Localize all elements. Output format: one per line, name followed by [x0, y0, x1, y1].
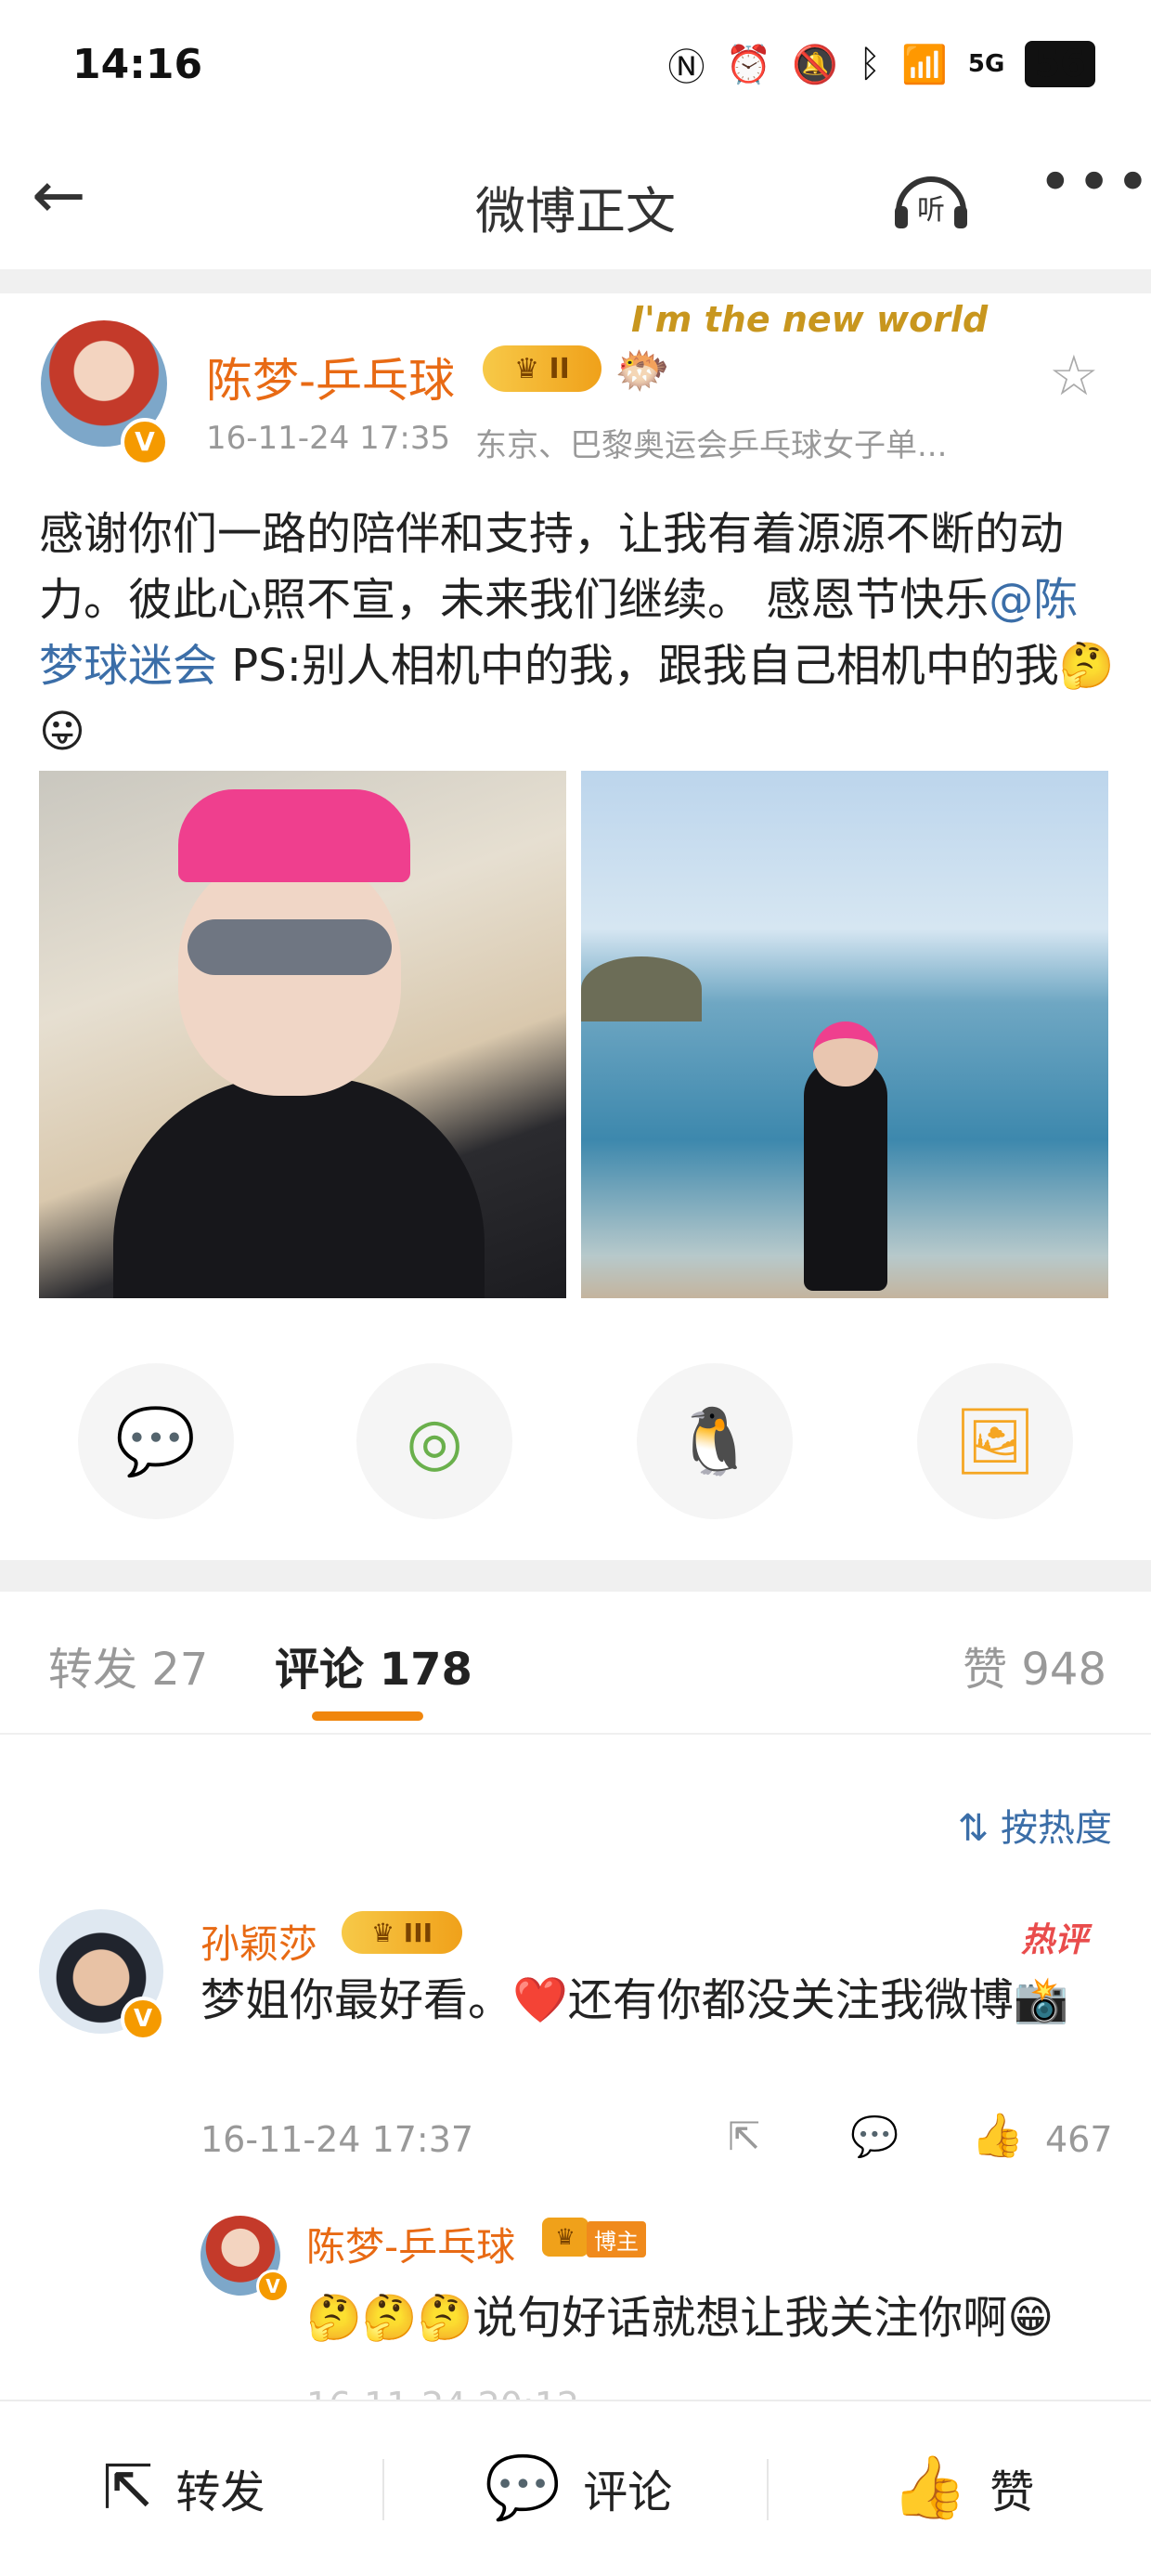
qq-icon[interactable]: 🐧 [637, 1363, 793, 1519]
author-tag: 博主 [587, 2221, 646, 2257]
page-title: 微博正文 [475, 182, 676, 241]
verified-badge-icon: V [256, 2270, 290, 2303]
repost-button[interactable]: ⇱ 转发 [102, 2452, 265, 2523]
moments-icon[interactable]: ◎ [356, 1363, 512, 1519]
more-dots-icon[interactable]: ••• [1038, 149, 1151, 217]
post-text: 感谢你们一路的陪伴和支持，让我有着源源不断的动力。彼此心照不宣，未来我们继续。 … [39, 501, 1116, 765]
battery-indicator: 56 [1025, 41, 1095, 87]
comment-icon: 💬 [485, 2452, 562, 2523]
alarm-icon: ⏰ [725, 43, 772, 86]
save-image-icon[interactable]: 🖼 [917, 1363, 1073, 1519]
crown-icon: ♛ [370, 1917, 404, 1948]
comment-like-count: 467 [1045, 2119, 1113, 2160]
bottom-bar-divider [767, 2459, 769, 2520]
status-time: 14:16 [72, 41, 203, 88]
selfie-with-pink-cap-photo[interactable] [39, 771, 566, 1298]
photo-face [178, 854, 401, 1096]
divider-band [0, 269, 1151, 293]
verified-badge-icon: V [121, 1997, 165, 2041]
divider-band [0, 1560, 1151, 1592]
comment-button[interactable]: 💬 评论 [485, 2452, 672, 2524]
like-icon: 👍 [891, 2452, 968, 2523]
like-label: 赞 [989, 2466, 1035, 2518]
bluetooth-icon: ᛒ [859, 43, 882, 85]
mute-icon: 🔕 [792, 43, 839, 86]
tab-comment[interactable]: 评论 178 [275, 1633, 472, 1698]
photo-sunglasses [188, 919, 392, 975]
commenter-name[interactable]: 孙颖莎 [200, 1913, 317, 1970]
sort-icon: ⇅ [957, 1807, 1001, 1850]
post-author-name[interactable]: 陈梦-乒乓球 [206, 344, 455, 410]
wechat-icon[interactable]: 💬 [78, 1363, 234, 1519]
listen-label: 听 [917, 194, 945, 227]
vip-level: II [549, 352, 570, 385]
crown-icon: ♛ [542, 2218, 588, 2257]
tab-like[interactable]: 赞 948 [963, 1633, 1106, 1698]
signal-5g-icon: 5G [967, 50, 1005, 78]
reply-author-name[interactable]: 陈梦-乒乓球 [306, 2216, 515, 2272]
headphones-listen-icon[interactable]: 听 [891, 165, 971, 230]
slogan-decoration: I'm the new world [631, 299, 989, 340]
fish-icon: 🐡 [614, 345, 670, 397]
status-icons: Ⓝ ⏰ 🔕 ᛒ 📶 5G 56 [667, 37, 1095, 91]
reply-comment-icon[interactable]: 💬 [850, 2114, 899, 2160]
comment-text: 梦姐你最好看。❤️还有你都没关注我微博📸 [200, 1974, 1069, 2026]
beach-selfie-photo[interactable] [581, 771, 1108, 1298]
photo-head [813, 1021, 878, 1086]
share-comment-icon[interactable]: ⇱ [728, 2114, 760, 2159]
nfc-icon: Ⓝ [667, 46, 705, 89]
like-button[interactable]: 👍 赞 [891, 2452, 1034, 2524]
wifi-icon: 📶 [901, 43, 948, 86]
repost-icon: ⇱ [102, 2452, 154, 2523]
like-comment-icon[interactable]: 👍 [971, 2110, 1024, 2161]
tab-active-indicator [312, 1711, 423, 1721]
hot-comment-tag: 热评 [1021, 1921, 1089, 1959]
photo-shirt [113, 1077, 485, 1298]
vip-crown-badge[interactable]: ♛ II [483, 345, 601, 392]
crown-icon: ♛ [514, 352, 550, 385]
photo-person [804, 1059, 887, 1291]
vip-level: III [403, 1917, 433, 1948]
tab-repost[interactable]: 转发 27 [48, 1633, 208, 1698]
tab-divider [0, 1733, 1151, 1735]
comment-time: 16-11-24 17:37 [200, 2119, 474, 2160]
post-source[interactable]: 东京、巴黎奥运会乒乓球女子单... [475, 420, 947, 465]
post-time: 16-11-24 17:35 [206, 420, 451, 457]
comment-label: 评论 [583, 2466, 673, 2518]
post-text-before: 感谢你们一路的陪伴和支持，让我有着源源不断的动力。彼此心照不宣，未来我们继续。 … [39, 508, 1065, 626]
vip-crown-badge[interactable]: ♛ III [342, 1911, 462, 1954]
sort-by-hot-button[interactable]: ⇅ 按热度 [958, 1798, 1112, 1852]
verified-badge-icon: V [121, 418, 169, 466]
bottom-bar-divider [382, 2459, 384, 2520]
photo-cap [178, 789, 410, 882]
photo-island [581, 956, 702, 1021]
sort-label: 按热度 [1001, 1807, 1112, 1850]
reply-text: 🤔🤔🤔说句好话就想让我关注你啊😁 [306, 2292, 1054, 2344]
repost-label: 转发 [175, 2465, 265, 2518]
favorite-star-icon[interactable]: ☆ [1049, 344, 1099, 409]
